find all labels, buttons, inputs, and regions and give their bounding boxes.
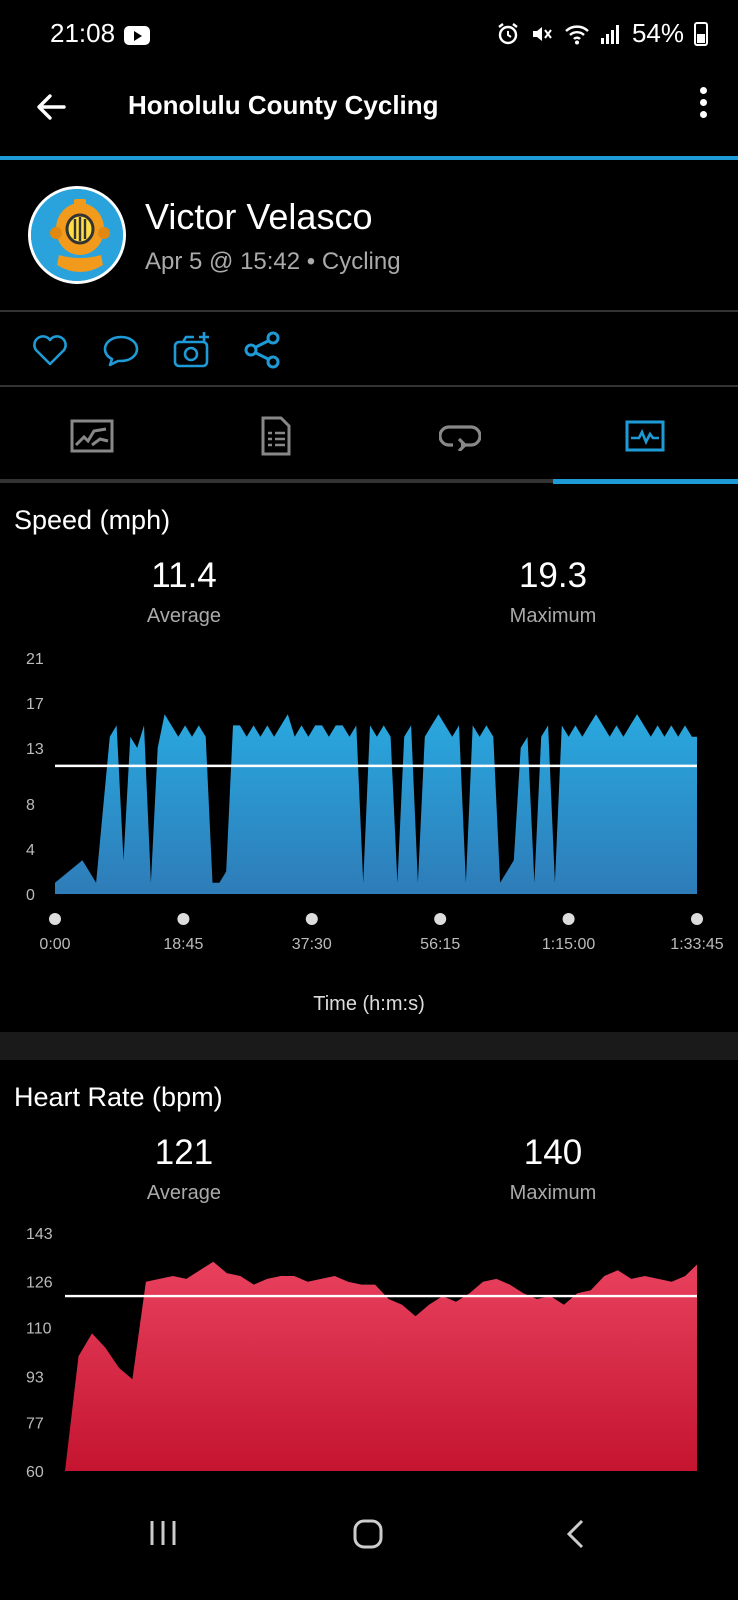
series-area bbox=[55, 714, 697, 894]
status-time: 21:08 bbox=[50, 18, 116, 48]
speed-maximum-label: Maximum bbox=[509, 605, 597, 627]
laps-icon bbox=[439, 425, 481, 451]
section-divider bbox=[0, 1032, 738, 1060]
heart-chart[interactable]: 607793110126143 bbox=[0, 1217, 738, 1517]
y-tick-label: 13 bbox=[26, 741, 44, 758]
user-name[interactable]: Victor Velasco bbox=[145, 196, 372, 238]
x-tick-marker bbox=[177, 913, 190, 925]
charts-icon bbox=[625, 420, 665, 452]
tab-details[interactable] bbox=[184, 388, 368, 484]
battery-icon bbox=[694, 21, 708, 46]
speed-average-value: 11.4 bbox=[151, 556, 217, 595]
x-tick-label: 1:15:00 bbox=[542, 936, 595, 953]
status-bar: 21:08 54% bbox=[0, 0, 738, 72]
youtube-icon bbox=[124, 26, 150, 45]
activity-meta: Apr 5 @ 15:42 • Cycling bbox=[145, 248, 401, 275]
battery-percent: 54% bbox=[631, 18, 684, 48]
x-tick-marker bbox=[434, 913, 447, 925]
home-icon[interactable] bbox=[352, 1518, 384, 1550]
x-tick-marker bbox=[562, 913, 575, 925]
y-tick-label: 17 bbox=[26, 696, 44, 713]
y-tick-label: 126 bbox=[26, 1275, 53, 1292]
back-nav-icon[interactable] bbox=[564, 1518, 588, 1550]
x-tick-label: 37:30 bbox=[292, 936, 332, 953]
back-arrow-icon[interactable] bbox=[34, 90, 68, 124]
status-icons: 54% bbox=[496, 18, 708, 49]
series-area bbox=[65, 1261, 697, 1471]
heart-chart-title: Heart Rate (bpm) bbox=[14, 1082, 223, 1112]
comment-icon[interactable] bbox=[101, 330, 141, 370]
alarm-icon bbox=[498, 22, 518, 44]
x-tick-label: 56:15 bbox=[420, 936, 460, 953]
more-options-icon[interactable] bbox=[698, 87, 708, 123]
tab-active-indicator bbox=[553, 479, 738, 484]
wifi-icon bbox=[565, 24, 589, 44]
activity-tabs bbox=[0, 388, 738, 484]
y-tick-label: 110 bbox=[26, 1321, 52, 1338]
map-icon bbox=[70, 419, 114, 453]
details-icon bbox=[261, 416, 291, 456]
avatar[interactable] bbox=[28, 186, 126, 284]
activity-header: Victor Velasco Apr 5 @ 15:42 • Cycling bbox=[0, 160, 738, 312]
x-tick-label: 1:33:45 bbox=[670, 936, 723, 953]
y-tick-label: 77 bbox=[26, 1415, 44, 1432]
tab-laps[interactable] bbox=[368, 388, 552, 484]
y-tick-label: 4 bbox=[26, 842, 35, 859]
signal-icon bbox=[600, 24, 619, 44]
add-photo-icon[interactable] bbox=[172, 330, 212, 370]
heart-icon[interactable] bbox=[30, 330, 70, 370]
tab-map[interactable] bbox=[0, 388, 184, 484]
heart-average-value: 121 bbox=[154, 1133, 214, 1172]
tab-charts[interactable] bbox=[553, 388, 737, 484]
share-icon[interactable] bbox=[243, 330, 283, 370]
y-tick-label: 21 bbox=[26, 651, 44, 668]
app-bar: Honolulu County Cycling bbox=[0, 72, 738, 156]
y-tick-label: 0 bbox=[26, 887, 35, 904]
x-tick-label: 0:00 bbox=[39, 936, 70, 953]
x-tick-marker bbox=[49, 913, 61, 925]
speed-chart-title: Speed (mph) bbox=[14, 505, 171, 535]
y-tick-label: 93 bbox=[26, 1369, 44, 1386]
diving-helmet-icon bbox=[31, 189, 123, 281]
speed-average-label: Average bbox=[146, 605, 222, 627]
speed-maximum-value: 19.3 bbox=[518, 556, 588, 595]
page-title: Honolulu County Cycling bbox=[128, 90, 439, 120]
x-tick-label: 18:45 bbox=[163, 936, 203, 953]
x-tick-marker bbox=[691, 913, 703, 925]
action-bar bbox=[0, 312, 738, 387]
y-tick-label: 8 bbox=[26, 797, 35, 814]
speed-chart[interactable]: 0 4 8 13 17 21 0:00 18:45 37:30 56:15 1:15:00 1:33:… bbox=[0, 640, 738, 960]
y-tick-label: 143 bbox=[26, 1226, 53, 1243]
heart-maximum-label: Maximum bbox=[509, 1182, 597, 1204]
heart-maximum-value: 140 bbox=[523, 1133, 583, 1172]
x-tick-marker bbox=[305, 913, 318, 925]
system-nav-bar bbox=[0, 1478, 738, 1600]
heart-average-label: Average bbox=[146, 1182, 222, 1204]
recent-apps-icon[interactable] bbox=[148, 1518, 178, 1548]
mute-icon bbox=[532, 26, 552, 41]
speed-x-axis-title: Time (h:m:s) bbox=[313, 993, 425, 1015]
